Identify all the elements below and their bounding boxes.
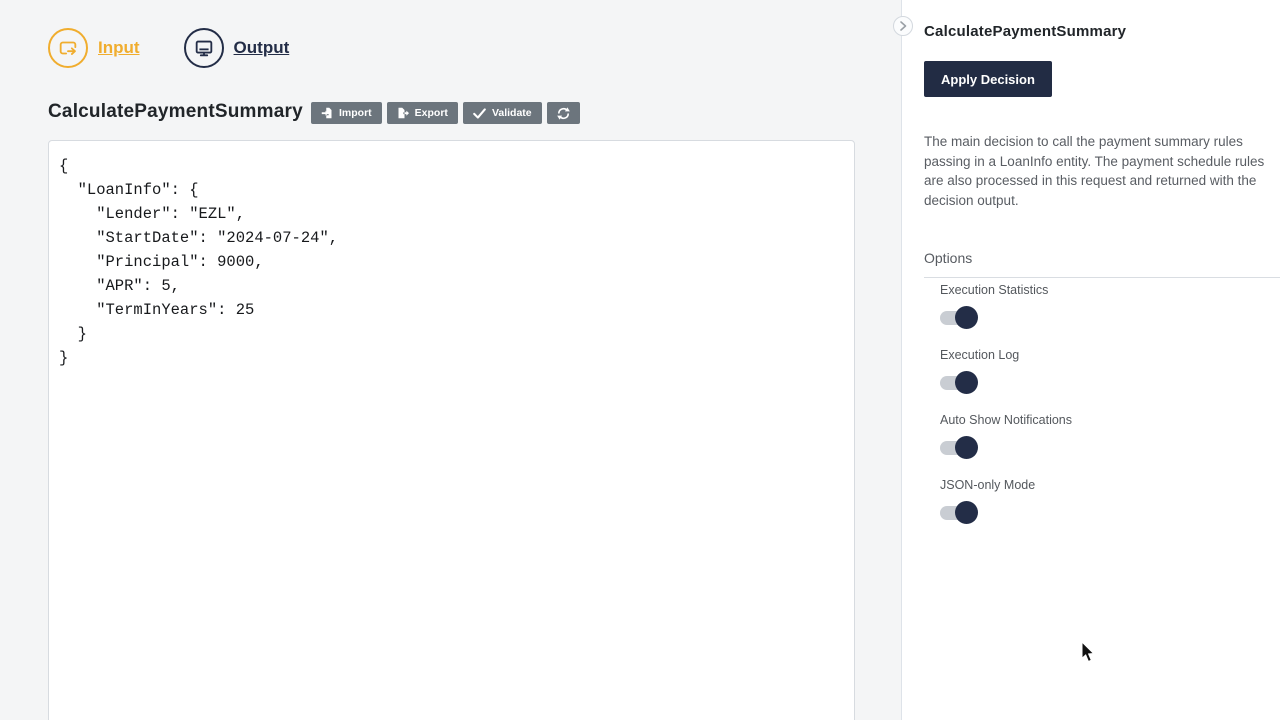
chevron-right-icon [899, 21, 907, 31]
toggle-knob [955, 306, 978, 329]
export-button-label: Export [415, 107, 448, 119]
refresh-icon [557, 107, 570, 120]
execution-log-toggle[interactable] [940, 371, 980, 394]
tab-output[interactable]: Output [184, 28, 290, 68]
option-label: Execution Statistics [940, 283, 1240, 297]
execution-statistics-toggle[interactable] [940, 306, 980, 329]
toggle-knob [955, 436, 978, 459]
json-input-content[interactable]: { "LoanInfo": { "Lender": "EZL", "StartD… [49, 141, 854, 383]
check-icon [473, 108, 486, 119]
decision-description: The main decision to call the payment su… [924, 132, 1277, 210]
import-button[interactable]: Import [311, 102, 382, 124]
editor-toolbar: Import Export Validate [311, 102, 580, 124]
option-label: JSON-only Mode [940, 478, 1240, 492]
io-tabs: Input Output [48, 28, 289, 68]
json-only-mode-toggle[interactable] [940, 501, 980, 524]
tab-input[interactable]: Input [48, 28, 140, 68]
import-button-label: Import [339, 107, 372, 119]
input-workspace: Input Output CalculatePaymentSummary [0, 0, 902, 720]
option-label: Execution Log [940, 348, 1240, 362]
option-label: Auto Show Notifications [940, 413, 1240, 427]
toggle-knob [955, 371, 978, 394]
toggle-knob [955, 501, 978, 524]
output-icon [184, 28, 224, 68]
auto-show-notifications-toggle[interactable] [940, 436, 980, 459]
decision-panel: CalculatePaymentSummary Apply Decision T… [903, 0, 1280, 720]
json-input-editor[interactable]: { "LoanInfo": { "Lender": "EZL", "StartD… [48, 140, 855, 720]
option-json-only-mode: JSON-only Mode [940, 478, 1240, 524]
input-icon [48, 28, 88, 68]
option-execution-log: Execution Log [940, 348, 1240, 394]
decision-title: CalculatePaymentSummary [48, 101, 303, 123]
option-execution-statistics: Execution Statistics [940, 283, 1240, 329]
apply-decision-button[interactable]: Apply Decision [924, 61, 1052, 97]
option-auto-show-notifications: Auto Show Notifications [940, 413, 1240, 459]
validate-button[interactable]: Validate [463, 102, 542, 124]
options-header: Options [924, 250, 1280, 278]
file-export-icon [397, 107, 409, 119]
validate-button-label: Validate [492, 107, 532, 119]
collapse-panel-button[interactable] [893, 16, 913, 36]
file-import-icon [321, 107, 333, 119]
refresh-button[interactable] [547, 102, 580, 124]
mouse-cursor [1081, 642, 1096, 668]
tab-input-label: Input [98, 38, 140, 58]
tab-output-label: Output [234, 38, 290, 58]
panel-title: CalculatePaymentSummary [924, 23, 1126, 40]
export-button[interactable]: Export [387, 102, 458, 124]
